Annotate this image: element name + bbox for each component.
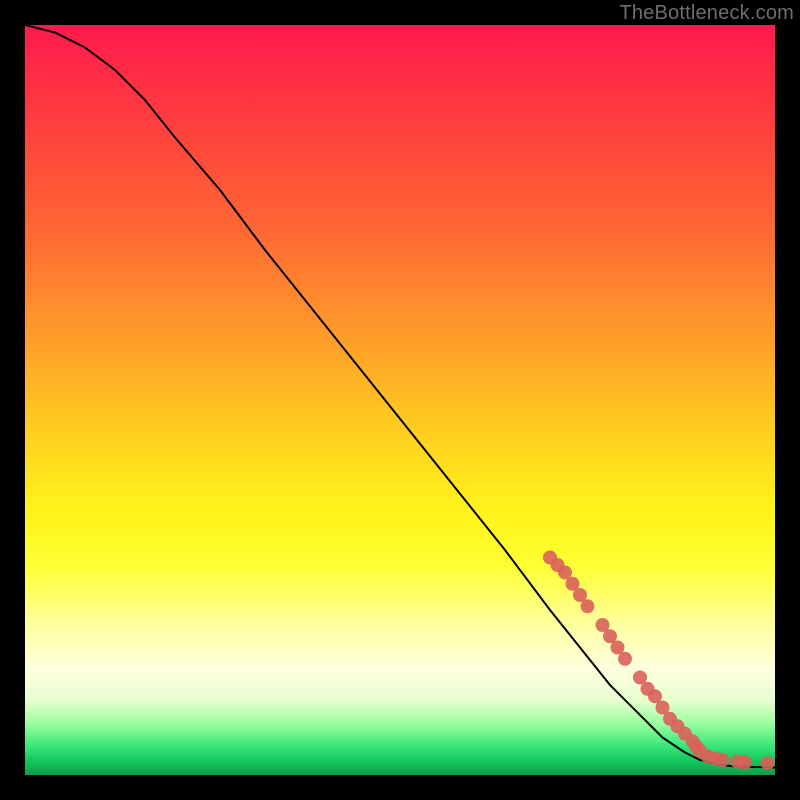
- scatter-point: [581, 599, 595, 613]
- curve-path: [25, 25, 775, 768]
- watermark-text: TheBottleneck.com: [619, 2, 794, 25]
- plot-area: [25, 25, 775, 775]
- scatter-point: [761, 756, 775, 770]
- curve-line: [25, 25, 775, 768]
- scatter-point: [618, 652, 632, 666]
- scatter-point: [738, 755, 752, 769]
- scatter-points: [543, 551, 775, 771]
- scatter-point: [716, 753, 730, 767]
- chart-overlay: [25, 25, 775, 775]
